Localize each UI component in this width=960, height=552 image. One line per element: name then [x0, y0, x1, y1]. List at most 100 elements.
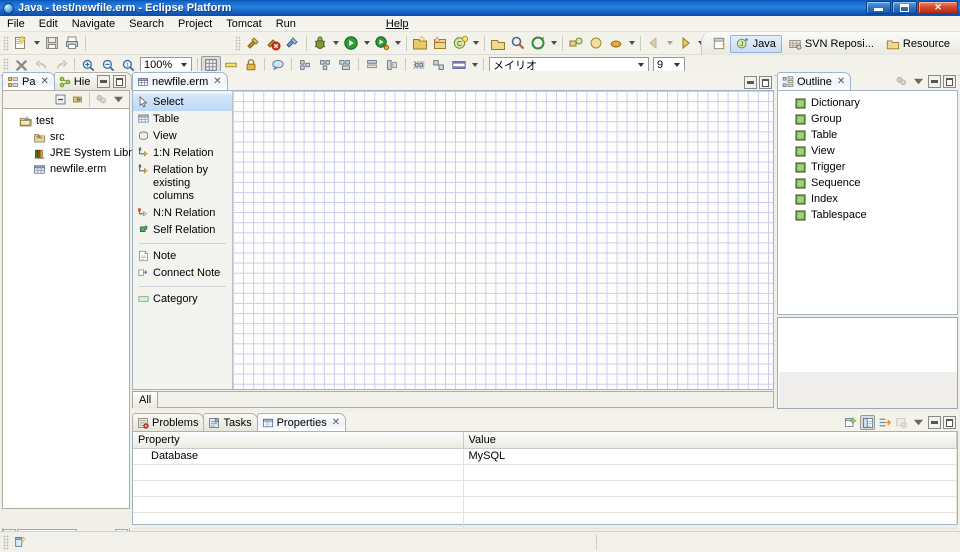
column-header-property[interactable]: Property	[133, 432, 464, 449]
outline-tree[interactable]: Dictionary Group Table View Trigger Sequ…	[777, 90, 958, 315]
erm-diagram-canvas[interactable]	[233, 91, 773, 389]
new-class-dropdown[interactable]	[470, 34, 481, 53]
palette-item-view[interactable]: View	[133, 128, 232, 145]
tab-hierarchy[interactable]: Hie	[53, 72, 133, 90]
perspective-java[interactable]: J Java	[729, 34, 782, 53]
tree-node-newfile-erm[interactable]: newfile.erm	[3, 161, 129, 177]
new-package-icon[interactable]	[430, 34, 450, 53]
tab-package-explorer[interactable]: Pa ✕	[2, 72, 55, 90]
palette-item-select[interactable]: Select	[133, 94, 232, 111]
run-dropdown[interactable]	[361, 34, 372, 53]
tab-properties[interactable]: Properties ✕	[256, 413, 347, 431]
menu-project[interactable]: Project	[171, 16, 219, 32]
tomcat-dropdown[interactable]	[626, 34, 637, 53]
new-java-project-icon[interactable]	[410, 34, 430, 53]
menu-edit[interactable]: Edit	[32, 16, 65, 32]
editor-tab-newfile-erm[interactable]: newfile.erm ✕	[132, 72, 228, 90]
outline-item-table[interactable]: Table	[778, 127, 957, 143]
outline-item-index[interactable]: Index	[778, 191, 957, 207]
tab-tasks[interactable]: Tasks	[203, 413, 258, 431]
save-icon[interactable]	[42, 34, 62, 53]
quick-access-icon[interactable]	[528, 34, 548, 53]
view-menu-icon[interactable]	[911, 415, 926, 430]
table-row[interactable]	[133, 496, 957, 513]
new-class-icon[interactable]: C	[450, 34, 470, 53]
back-dropdown[interactable]	[664, 34, 675, 53]
tree-node-jre[interactable]: JRE System Libra	[3, 145, 138, 161]
perspective-resource[interactable]: Resource	[880, 35, 956, 53]
outline-item-tablespace[interactable]: Tablespace	[778, 207, 957, 223]
external-tools-icon[interactable]	[372, 34, 392, 53]
restore-default-icon[interactable]	[894, 415, 909, 430]
new-wizard-icon[interactable]	[11, 34, 31, 53]
palette-item-nn-relation[interactable]: N:N Relation	[133, 205, 232, 222]
new-tab-icon[interactable]	[843, 415, 858, 430]
open-perspective-icon[interactable]	[710, 34, 730, 53]
show-categories-icon[interactable]	[860, 415, 875, 430]
palette-item-category[interactable]: Category	[133, 291, 232, 308]
outline-item-trigger[interactable]: Trigger	[778, 159, 957, 175]
table-row[interactable]	[133, 512, 957, 529]
palette-item-1n-relation[interactable]: 1:N Relation	[133, 145, 232, 162]
perspective-svn[interactable]: SVN Reposi...	[782, 35, 880, 53]
menu-file[interactable]: File	[0, 16, 32, 32]
link-with-editor-icon[interactable]	[70, 92, 85, 107]
view-menu-icon[interactable]	[111, 92, 126, 107]
menu-navigate[interactable]: Navigate	[65, 16, 122, 32]
external-tools-dropdown[interactable]	[392, 34, 403, 53]
quick-dropdown[interactable]	[548, 34, 559, 53]
sort-icon[interactable]	[894, 74, 909, 89]
tab-package-explorer-close[interactable]: ✕	[40, 76, 48, 87]
build-error-icon[interactable]	[263, 34, 283, 53]
palette-item-relation-existing[interactable]: Relation by existing columns	[133, 162, 232, 205]
palette-item-note[interactable]: Note	[133, 248, 232, 265]
editor-tab-close[interactable]: ✕	[213, 76, 221, 87]
palette-item-connect-note[interactable]: Connect Note	[133, 265, 232, 282]
outline-item-dictionary[interactable]: Dictionary	[778, 95, 957, 111]
previous-annotation-icon[interactable]	[586, 34, 606, 53]
palette-item-table[interactable]: Table	[133, 111, 232, 128]
menu-run[interactable]: Run	[269, 16, 303, 32]
show-advanced-icon[interactable]	[877, 415, 892, 430]
forward-icon[interactable]	[675, 34, 695, 53]
table-row[interactable]	[133, 480, 957, 497]
statusbar-grip[interactable]	[3, 534, 9, 550]
editor-maximize[interactable]	[759, 76, 772, 89]
palette-item-self-relation[interactable]: Self Relation	[133, 222, 232, 239]
outline-item-view[interactable]: View	[778, 143, 957, 159]
outline-minimize[interactable]	[928, 75, 941, 88]
search-icon[interactable]	[508, 34, 528, 53]
open-type-icon[interactable]	[488, 34, 508, 53]
build-project-icon[interactable]	[283, 34, 303, 53]
restore-button[interactable]	[892, 1, 917, 14]
view-filter-icon[interactable]	[94, 92, 109, 107]
tab-outline[interactable]: Outline ✕	[777, 72, 852, 90]
tree-node-src[interactable]: src	[3, 129, 129, 145]
editor-tab-all[interactable]: All	[132, 390, 159, 408]
minimize-button[interactable]	[866, 1, 891, 14]
outline-item-sequence[interactable]: Sequence	[778, 175, 957, 191]
package-explorer-minimize[interactable]	[97, 75, 111, 88]
column-header-value[interactable]: Value	[463, 432, 957, 449]
tomcat-icon[interactable]	[606, 34, 626, 53]
next-annotation-icon[interactable]	[566, 34, 586, 53]
properties-minimize[interactable]	[928, 416, 941, 429]
close-button[interactable]: ✕	[918, 1, 958, 14]
new-dropdown[interactable]	[31, 34, 42, 53]
back-icon[interactable]	[644, 34, 664, 53]
debug-icon[interactable]	[310, 34, 330, 53]
run-icon[interactable]	[341, 34, 361, 53]
package-explorer-maximize[interactable]	[113, 75, 127, 88]
tab-outline-close[interactable]: ✕	[837, 76, 845, 87]
menu-tomcat[interactable]: Tomcat	[219, 16, 268, 32]
print-icon[interactable]	[62, 34, 82, 53]
menu-help[interactable]: Help	[379, 16, 416, 32]
outline-maximize[interactable]	[943, 75, 956, 88]
build-all-icon[interactable]	[243, 34, 263, 53]
outline-thumbnail[interactable]	[777, 317, 958, 409]
table-row[interactable]	[133, 464, 957, 481]
table-row[interactable]: Database MySQL	[133, 448, 957, 465]
tree-node-test[interactable]: test	[3, 113, 129, 129]
menu-search[interactable]: Search	[122, 16, 171, 32]
toolbar-grip[interactable]	[3, 35, 9, 51]
